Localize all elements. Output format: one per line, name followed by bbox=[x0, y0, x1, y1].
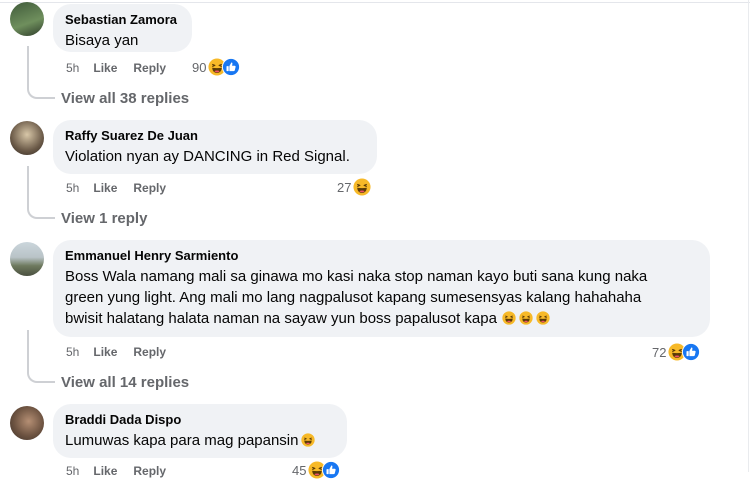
reaction-summary[interactable]: 27 bbox=[337, 178, 371, 196]
like-reaction-icon bbox=[322, 461, 340, 479]
comment-bubble: Sebastian Zamora Bisaya yan bbox=[53, 4, 192, 52]
comment-text-line: green yung light. Ang mali mo lang nagpa… bbox=[65, 289, 642, 306]
comment-text: Violation nyan ay DANCING in Red Signal. bbox=[65, 148, 350, 165]
reaction-summary[interactable]: 72 bbox=[652, 343, 700, 361]
avatar[interactable] bbox=[10, 121, 44, 155]
like-button[interactable]: Like bbox=[93, 464, 117, 478]
reply-thread-line bbox=[27, 166, 55, 219]
comment-text: Bisaya yan bbox=[65, 32, 139, 49]
reaction-count: 90 bbox=[192, 59, 207, 75]
comment-text-line: Boss Wala namang mali sa ginawa mo kasi … bbox=[65, 268, 648, 285]
like-button[interactable]: Like bbox=[93, 61, 117, 75]
haha-emoji-icon bbox=[519, 311, 533, 325]
comment-author[interactable]: Braddi Dada Dispo bbox=[65, 411, 334, 428]
comment-text: Boss Wala namang mali sa ginawa mo kasi … bbox=[65, 266, 697, 329]
reaction-count: 72 bbox=[652, 344, 667, 360]
like-button[interactable]: Like bbox=[93, 345, 117, 359]
view-replies-link[interactable]: View 1 reply bbox=[61, 210, 147, 227]
comment-actions: 5h Like Reply bbox=[66, 464, 182, 478]
haha-emoji-icon bbox=[536, 311, 550, 325]
reply-button[interactable]: Reply bbox=[133, 61, 166, 75]
reply-button[interactable]: Reply bbox=[133, 181, 166, 195]
comment-text-line-content: bwisit halatang halata naman na sayaw yu… bbox=[65, 310, 497, 327]
avatar[interactable] bbox=[10, 242, 44, 276]
comment-text: Lumuwas kapa para mag papansin bbox=[65, 430, 334, 451]
comment-actions: 5h Like Reply bbox=[66, 61, 182, 75]
haha-emoji-icon bbox=[502, 311, 516, 325]
reaction-count: 45 bbox=[292, 462, 307, 478]
right-edge-divider bbox=[748, 0, 749, 472]
comment-text-line: bwisit halatang halata naman na sayaw yu… bbox=[65, 308, 697, 329]
view-replies-link[interactable]: View all 14 replies bbox=[61, 374, 189, 391]
reply-button[interactable]: Reply bbox=[133, 464, 166, 478]
reaction-summary[interactable]: 90 bbox=[192, 58, 240, 76]
top-divider bbox=[0, 2, 750, 3]
comment-timestamp[interactable]: 5h bbox=[66, 61, 79, 75]
like-reaction-icon bbox=[222, 58, 240, 76]
comment-timestamp[interactable]: 5h bbox=[66, 464, 79, 478]
comment-author[interactable]: Sebastian Zamora bbox=[65, 11, 179, 28]
like-reaction-icon bbox=[682, 343, 700, 361]
view-replies-link[interactable]: View all 38 replies bbox=[61, 90, 189, 107]
comment-author[interactable]: Emmanuel Henry Sarmiento bbox=[65, 247, 697, 264]
avatar[interactable] bbox=[10, 2, 44, 36]
haha-emoji-icon bbox=[301, 433, 315, 447]
like-button[interactable]: Like bbox=[93, 181, 117, 195]
reaction-summary[interactable]: 45 bbox=[292, 461, 340, 479]
comment-text-content: Lumuwas kapa para mag papansin bbox=[65, 432, 299, 449]
reaction-count: 27 bbox=[337, 179, 352, 195]
haha-emoji-icon bbox=[353, 178, 371, 196]
comment-timestamp[interactable]: 5h bbox=[66, 181, 79, 195]
comment-timestamp[interactable]: 5h bbox=[66, 345, 79, 359]
reply-thread-line bbox=[27, 46, 55, 99]
comment-actions: 5h Like Reply bbox=[66, 181, 182, 195]
avatar[interactable] bbox=[10, 406, 44, 440]
comment-author[interactable]: Raffy Suarez De Juan bbox=[65, 127, 364, 144]
comment-bubble: Emmanuel Henry Sarmiento Boss Wala naman… bbox=[53, 240, 710, 337]
comment-bubble: Raffy Suarez De Juan Violation nyan ay D… bbox=[53, 120, 377, 174]
comment-actions: 5h Like Reply bbox=[66, 345, 182, 359]
reply-thread-line bbox=[27, 330, 55, 383]
comment-bubble: Braddi Dada Dispo Lumuwas kapa para mag … bbox=[53, 404, 347, 458]
reply-button[interactable]: Reply bbox=[133, 345, 166, 359]
